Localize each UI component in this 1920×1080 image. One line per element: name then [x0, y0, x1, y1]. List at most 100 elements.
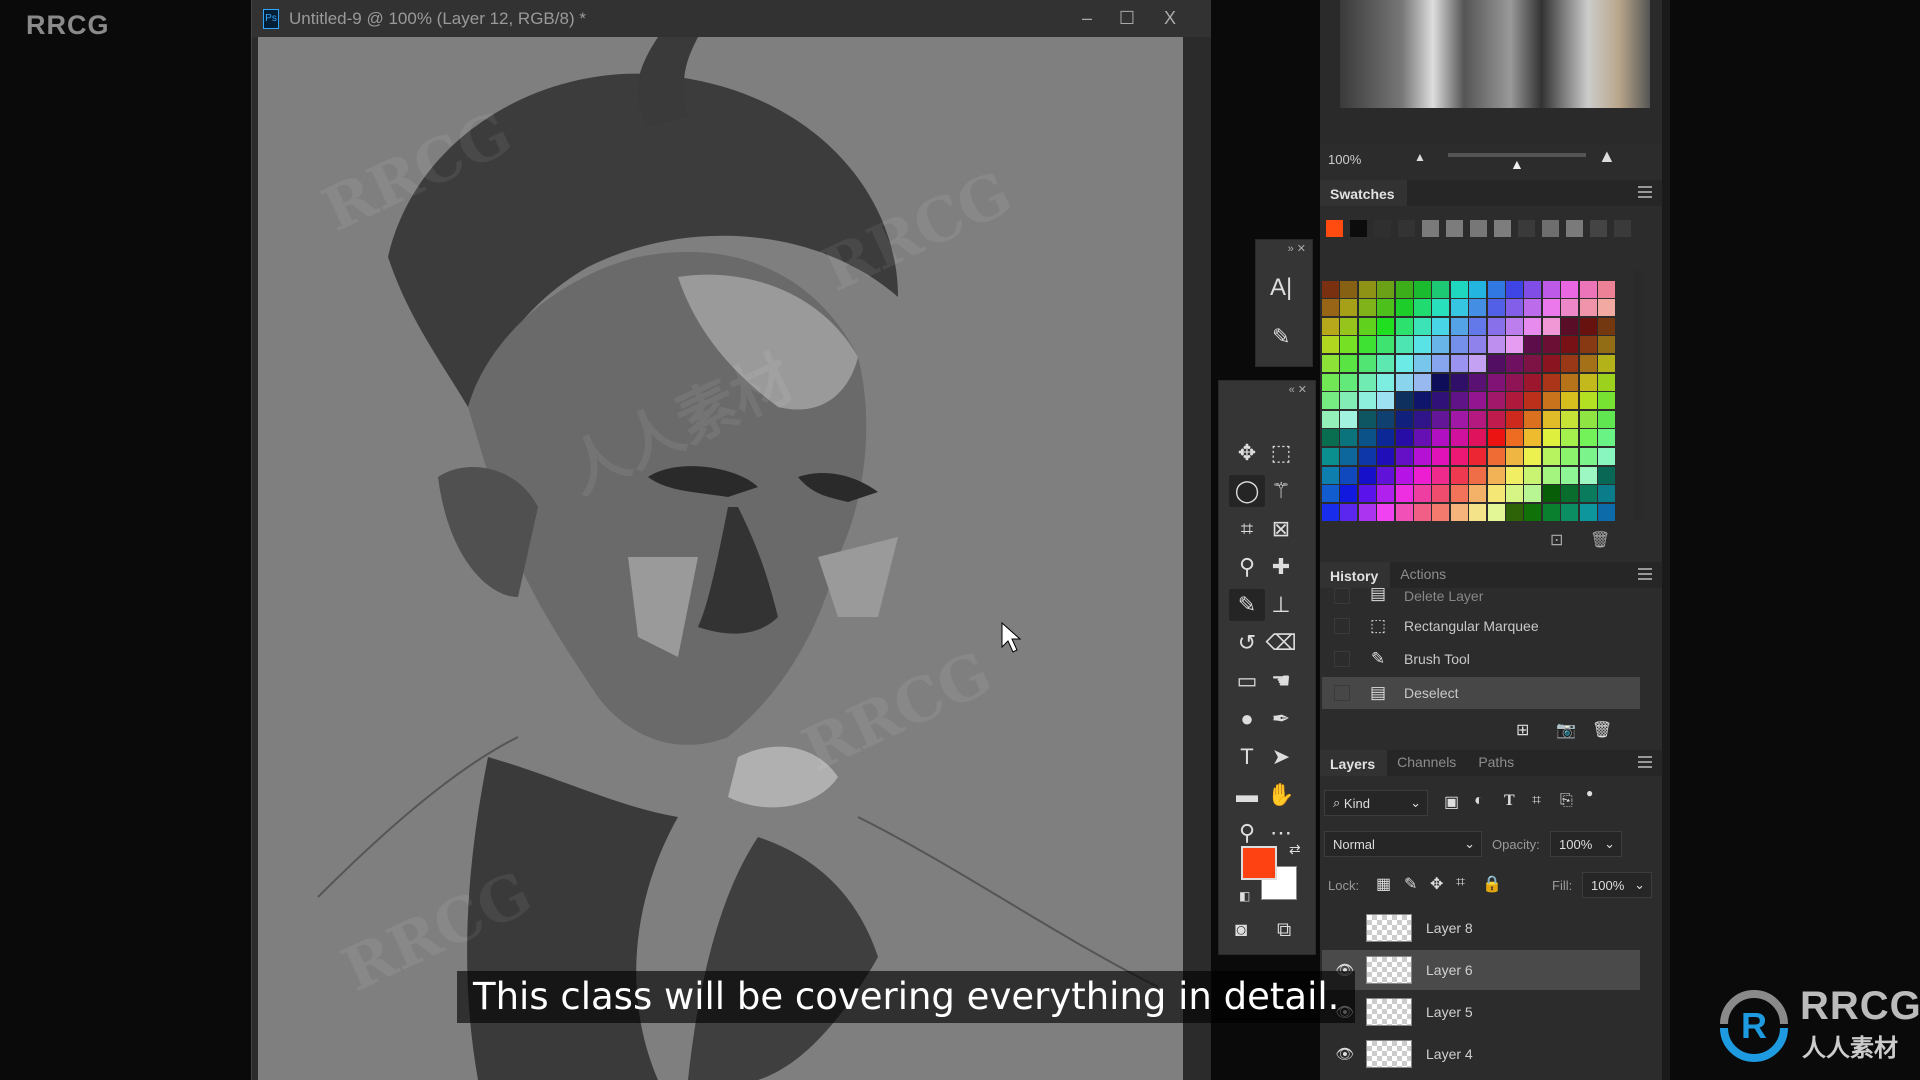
swatch[interactable]	[1414, 373, 1431, 391]
swatch[interactable]	[1579, 280, 1597, 298]
tab-actions[interactable]: Actions	[1390, 566, 1458, 588]
healing-tool-icon[interactable]: ✚	[1263, 551, 1299, 583]
new-document-from-state-icon[interactable]: ⊞	[1516, 720, 1529, 740]
lock-all-icon[interactable]: 🔒	[1482, 874, 1502, 894]
swatch[interactable]	[1450, 299, 1468, 317]
swatch[interactable]	[1395, 299, 1413, 317]
swatch[interactable]	[1358, 317, 1376, 335]
history-item[interactable]: ⬚ Rectangular Marquee	[1322, 610, 1640, 642]
zoom-tool-icon[interactable]: ⚲	[1229, 817, 1265, 849]
swatch[interactable]	[1542, 503, 1560, 521]
swatch[interactable]	[1542, 448, 1560, 465]
swatch[interactable]	[1506, 317, 1523, 335]
swatch[interactable]	[1414, 336, 1431, 354]
swatch[interactable]	[1579, 429, 1597, 447]
swatch[interactable]	[1398, 220, 1415, 237]
swatch[interactable]	[1450, 392, 1468, 410]
lasso-tool-icon[interactable]: ◯	[1229, 475, 1265, 507]
new-swatch-icon[interactable]: ⊡	[1550, 530, 1563, 550]
swatch[interactable]	[1469, 410, 1487, 428]
swatch[interactable]	[1395, 317, 1413, 335]
swatch[interactable]	[1322, 448, 1339, 465]
swatch[interactable]	[1432, 429, 1450, 447]
screen-mode-icon[interactable]: ⧉	[1277, 919, 1291, 942]
close-button[interactable]: X	[1150, 4, 1190, 32]
swatch[interactable]	[1542, 429, 1560, 447]
shape-filter-icon[interactable]: ⌗	[1532, 792, 1541, 810]
swatch[interactable]	[1524, 448, 1542, 465]
swatch[interactable]	[1358, 280, 1376, 298]
swatch[interactable]	[1432, 410, 1450, 428]
swatch[interactable]	[1396, 262, 1413, 279]
swatch[interactable]	[1506, 466, 1523, 484]
brush-tool-icon[interactable]: ✎	[1229, 589, 1265, 621]
swatch[interactable]	[1340, 355, 1358, 372]
swatch[interactable]	[1469, 466, 1487, 484]
swatch[interactable]	[1395, 355, 1413, 372]
swatch[interactable]	[1358, 355, 1376, 372]
swatch[interactable]	[1598, 503, 1615, 521]
swatch[interactable]	[1469, 503, 1487, 521]
swatch[interactable]	[1469, 485, 1487, 503]
delete-state-icon[interactable]: 🗑	[1592, 720, 1612, 740]
swatch[interactable]	[1395, 373, 1413, 391]
swatch[interactable]	[1542, 220, 1559, 237]
swatch[interactable]	[1358, 299, 1376, 317]
swatch[interactable]	[1414, 448, 1431, 465]
swatch[interactable]	[1598, 410, 1615, 428]
swatch[interactable]	[1506, 429, 1523, 447]
swatch[interactable]	[1377, 373, 1395, 391]
smart-object-filter-icon[interactable]: ⎘	[1560, 792, 1573, 810]
swatch[interactable]	[1506, 299, 1523, 317]
swatch[interactable]	[1322, 429, 1339, 447]
swatch[interactable]	[1566, 220, 1583, 237]
layer-row-selected[interactable]: 👁Layer 6	[1322, 950, 1640, 990]
maximize-button[interactable]: ☐	[1107, 4, 1147, 32]
swatch[interactable]	[1470, 220, 1487, 237]
swatch[interactable]	[1579, 355, 1597, 372]
swatch[interactable]	[1506, 355, 1523, 372]
swatch[interactable]	[1487, 466, 1505, 484]
rect-marquee-tool-icon[interactable]: ⬚	[1263, 437, 1299, 469]
swatch[interactable]	[1340, 503, 1358, 521]
adjustment-filter-icon[interactable]: ◐	[1474, 792, 1484, 810]
swatch[interactable]	[1414, 280, 1431, 298]
tab-swatches[interactable]: Swatches	[1320, 180, 1407, 206]
swatch[interactable]	[1542, 336, 1560, 354]
swatch[interactable]	[1414, 392, 1431, 410]
swatch[interactable]	[1377, 299, 1395, 317]
swatch[interactable]	[1524, 280, 1542, 298]
swatch[interactable]	[1358, 448, 1376, 465]
swatch[interactable]	[1598, 355, 1615, 372]
swatch[interactable]	[1322, 280, 1339, 298]
history-item[interactable]: ▤ Delete Layer	[1322, 586, 1640, 604]
swatch[interactable]	[1377, 448, 1395, 465]
eraser-tool-icon[interactable]: ⌫	[1263, 627, 1299, 659]
swatch[interactable]	[1561, 373, 1579, 391]
swatch[interactable]	[1432, 280, 1450, 298]
swatch[interactable]	[1469, 299, 1487, 317]
swatch[interactable]	[1422, 220, 1439, 237]
swatch[interactable]	[1340, 299, 1358, 317]
swatch[interactable]	[1450, 280, 1468, 298]
swatch[interactable]	[1469, 448, 1487, 465]
swatch[interactable]	[1414, 503, 1431, 521]
swatch[interactable]	[1450, 410, 1468, 428]
swatch[interactable]	[1542, 317, 1560, 335]
swatch[interactable]	[1432, 392, 1450, 410]
swatch[interactable]	[1414, 355, 1431, 372]
swatch[interactable]	[1340, 317, 1358, 335]
swatch[interactable]	[1414, 485, 1431, 503]
dodge-tool-icon[interactable]: ●	[1229, 703, 1265, 735]
type-tool-icon[interactable]: T	[1229, 741, 1265, 773]
smudge-tool-icon[interactable]: ☚	[1263, 665, 1299, 697]
swatch[interactable]	[1598, 299, 1615, 317]
swatch[interactable]	[1322, 392, 1339, 410]
swatch[interactable]	[1524, 485, 1542, 503]
swatch[interactable]	[1598, 317, 1615, 335]
swatch[interactable]	[1322, 466, 1339, 484]
layer-row[interactable]: 👁 Layer 4	[1322, 1034, 1640, 1074]
swatch[interactable]	[1450, 429, 1468, 447]
swatch[interactable]	[1395, 448, 1413, 465]
swatch[interactable]	[1432, 485, 1450, 503]
